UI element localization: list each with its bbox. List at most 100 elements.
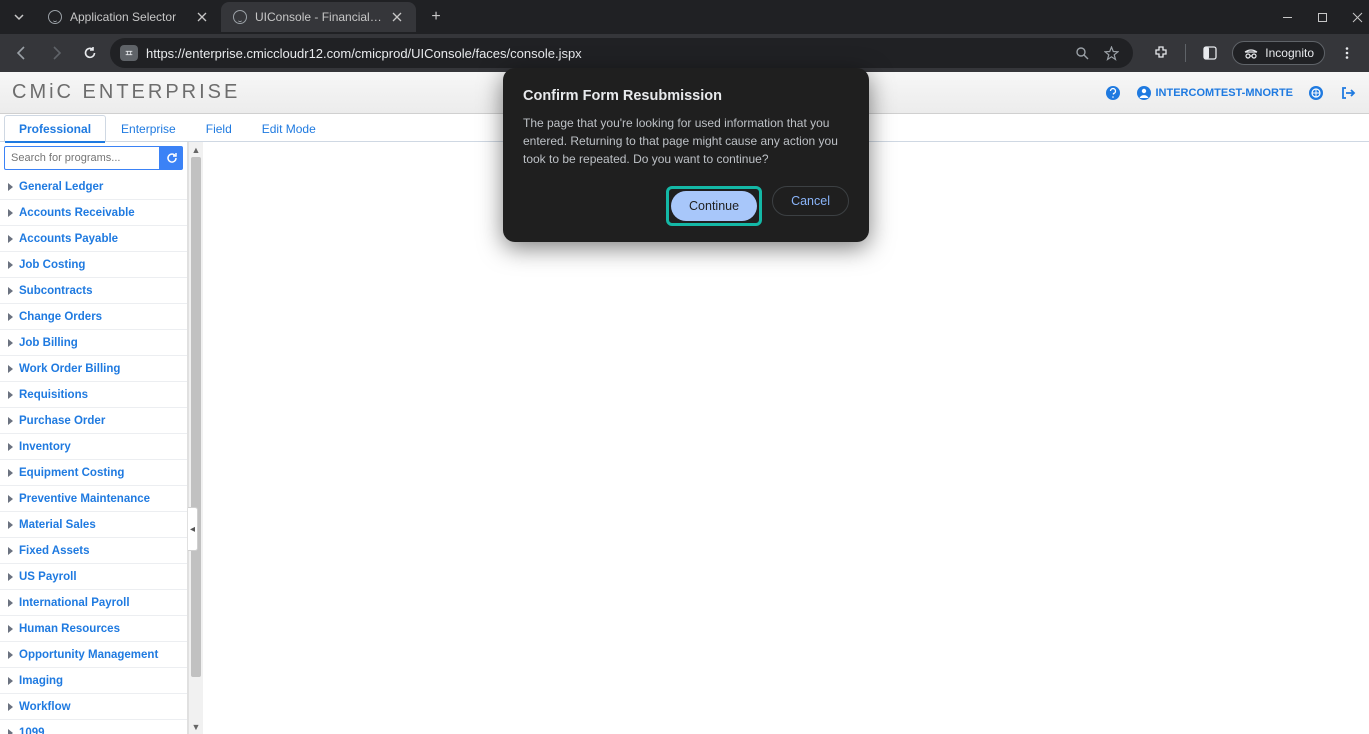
tab-professional[interactable]: Professional xyxy=(4,115,106,142)
sidebar-item[interactable]: Human Resources xyxy=(0,616,187,642)
dialog-body: The page that you're looking for used in… xyxy=(523,114,849,168)
incognito-icon xyxy=(1243,47,1259,59)
new-tab-button[interactable]: + xyxy=(424,5,448,29)
sidebar-item[interactable]: Work Order Billing xyxy=(0,356,187,382)
sidebar-item[interactable]: Accounts Payable xyxy=(0,226,187,252)
sidebar-item-label: International Payroll xyxy=(19,597,130,609)
extensions-icon[interactable] xyxy=(1147,39,1175,67)
sidebar-item[interactable]: General Ledger xyxy=(0,174,187,200)
sidebar-item[interactable]: Material Sales xyxy=(0,512,187,538)
tab-enterprise[interactable]: Enterprise xyxy=(106,115,191,142)
chevron-right-icon xyxy=(8,417,13,425)
tab-field[interactable]: Field xyxy=(191,115,247,142)
chevron-right-icon xyxy=(8,235,13,243)
scroll-down-icon[interactable]: ▼ xyxy=(189,719,203,734)
url-text: https://enterprise.cmiccloudr12.com/cmic… xyxy=(146,46,1061,61)
incognito-indicator[interactable]: Incognito xyxy=(1232,41,1325,65)
chevron-right-icon xyxy=(8,339,13,347)
browser-tab-strip: Application Selector UIConsole - Financi… xyxy=(0,0,1369,34)
confirm-resubmission-dialog: Confirm Form Resubmission The page that … xyxy=(503,68,869,242)
sidebar-item-label: Inventory xyxy=(19,441,71,453)
divider xyxy=(1185,44,1186,62)
chevron-right-icon xyxy=(8,209,13,217)
minimize-button[interactable] xyxy=(1282,12,1293,23)
chevron-right-icon xyxy=(8,469,13,477)
sidebar-item-label: Accounts Payable xyxy=(19,233,118,245)
sidebar-item-label: Work Order Billing xyxy=(19,363,120,375)
sidebar-item[interactable]: Requisitions xyxy=(0,382,187,408)
sidebar-item[interactable]: Preventive Maintenance xyxy=(0,486,187,512)
sidebar-item[interactable]: Change Orders xyxy=(0,304,187,330)
forward-button[interactable] xyxy=(42,39,70,67)
sidebar-item-label: Opportunity Management xyxy=(19,649,158,661)
sidebar-item[interactable]: 1099 xyxy=(0,720,187,734)
cancel-button[interactable]: Cancel xyxy=(772,186,849,216)
sidebar-item[interactable]: International Payroll xyxy=(0,590,187,616)
tab-search-button[interactable] xyxy=(8,6,30,28)
sidebar-item[interactable]: Fixed Assets xyxy=(0,538,187,564)
scroll-thumb[interactable] xyxy=(191,157,201,677)
tab-title: Application Selector xyxy=(70,10,189,24)
window-controls xyxy=(1282,0,1363,34)
sidebar-item-label: US Payroll xyxy=(19,571,77,583)
collapse-sidebar-handle[interactable]: ◂ xyxy=(188,507,198,551)
chevron-right-icon xyxy=(8,651,13,659)
continue-button[interactable]: Continue xyxy=(671,191,757,221)
dialog-title: Confirm Form Resubmission xyxy=(523,88,849,104)
close-icon[interactable] xyxy=(390,10,404,24)
refresh-button[interactable] xyxy=(160,146,183,170)
address-bar[interactable]: https://enterprise.cmiccloudr12.com/cmic… xyxy=(110,38,1133,68)
sidebar-item[interactable]: Inventory xyxy=(0,434,187,460)
chevron-right-icon xyxy=(8,287,13,295)
help-icon[interactable] xyxy=(1104,84,1122,102)
tab-edit-mode[interactable]: Edit Mode xyxy=(247,115,331,142)
chevron-right-icon xyxy=(8,443,13,451)
browser-toolbar: https://enterprise.cmiccloudr12.com/cmic… xyxy=(0,34,1369,72)
sidebar-item-label: Purchase Order xyxy=(19,415,105,427)
sidebar-item-label: 1099 xyxy=(19,727,45,734)
sidebar-item[interactable]: US Payroll xyxy=(0,564,187,590)
close-window-button[interactable] xyxy=(1352,12,1363,23)
browser-menu-button[interactable] xyxy=(1333,39,1361,67)
side-panel-icon[interactable] xyxy=(1196,39,1224,67)
sidebar-item[interactable]: Opportunity Management xyxy=(0,642,187,668)
sidebar-item[interactable]: Job Billing xyxy=(0,330,187,356)
logout-icon[interactable] xyxy=(1339,84,1357,102)
chevron-right-icon xyxy=(8,677,13,685)
sidebar-item[interactable]: Job Costing xyxy=(0,252,187,278)
sidebar-item-label: Workflow xyxy=(19,701,71,713)
zoom-icon[interactable] xyxy=(1075,46,1090,61)
maximize-button[interactable] xyxy=(1317,12,1328,23)
chevron-right-icon xyxy=(8,495,13,503)
chevron-right-icon xyxy=(8,599,13,607)
sidebar-scrollbar[interactable]: ▲ ▼ xyxy=(188,142,203,734)
bookmark-icon[interactable] xyxy=(1104,46,1119,61)
user-name: INTERCOMTEST-MNORTE xyxy=(1156,87,1294,99)
sidebar-item[interactable]: Imaging xyxy=(0,668,187,694)
sidebar-item[interactable]: Equipment Costing xyxy=(0,460,187,486)
search-input[interactable] xyxy=(4,146,160,170)
chevron-right-icon xyxy=(8,183,13,191)
close-icon[interactable] xyxy=(195,10,209,24)
sidebar-item[interactable]: Subcontracts xyxy=(0,278,187,304)
chevron-right-icon xyxy=(8,313,13,321)
chevron-right-icon xyxy=(8,261,13,269)
user-icon xyxy=(1136,85,1152,101)
back-button[interactable] xyxy=(8,39,36,67)
site-info-icon[interactable] xyxy=(120,45,138,61)
scroll-up-icon[interactable]: ▲ xyxy=(189,142,203,157)
user-menu[interactable]: INTERCOMTEST-MNORTE xyxy=(1136,85,1294,101)
chevron-right-icon xyxy=(8,521,13,529)
reload-button[interactable] xyxy=(76,39,104,67)
sidebar-item-label: Imaging xyxy=(19,675,63,687)
sidebar-item[interactable]: Workflow xyxy=(0,694,187,720)
chevron-right-icon xyxy=(8,703,13,711)
sidebar-item-label: Fixed Assets xyxy=(19,545,90,557)
browser-tab-1[interactable]: UIConsole - Financials Console xyxy=(221,2,416,32)
chevron-right-icon xyxy=(8,729,13,734)
browser-tab-0[interactable]: Application Selector xyxy=(36,2,221,32)
sidebar-item[interactable]: Purchase Order xyxy=(0,408,187,434)
sidebar-item[interactable]: Accounts Receivable xyxy=(0,200,187,226)
globe-icon xyxy=(48,10,62,24)
globe-action-icon[interactable] xyxy=(1307,84,1325,102)
